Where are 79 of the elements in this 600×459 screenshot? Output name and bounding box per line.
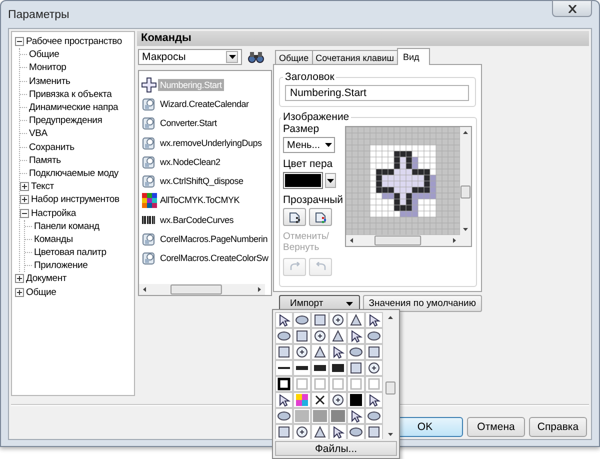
command-item[interactable]: AllToCMYK.ToCMYK <box>158 194 242 206</box>
tree-item[interactable]: Команды <box>34 234 73 245</box>
tree-item[interactable]: Предупреждения <box>29 115 102 126</box>
color-swatch[interactable] <box>283 172 323 189</box>
macro-icon <box>141 250 157 266</box>
tree-item[interactable]: Приложение <box>34 260 88 272</box>
macro-icon <box>141 115 157 132</box>
command-item[interactable]: wx.removeUnderlyingDups <box>158 136 264 149</box>
pixel-editor-drawing[interactable] <box>346 127 460 235</box>
transparency-button[interactable] <box>283 208 306 226</box>
close-button[interactable] <box>552 0 592 17</box>
caret-icon <box>346 302 353 306</box>
expand-icon[interactable] <box>20 182 29 192</box>
tree-item[interactable]: Подключаемые моду <box>29 168 118 179</box>
close-icon <box>568 4 576 12</box>
command-item[interactable]: Converter.Start <box>158 117 219 130</box>
command-item[interactable]: Wizard.CreateCalendar <box>158 98 251 110</box>
expand-icon[interactable] <box>20 195 29 204</box>
tab[interactable]: Общие <box>275 50 313 64</box>
tree-item[interactable]: Сохранить <box>29 142 74 153</box>
macro-icon <box>141 96 157 112</box>
tree-item[interactable]: Изменить <box>29 76 70 87</box>
macro-icon <box>141 154 157 170</box>
tree-item[interactable]: Привязка к объекта <box>29 88 112 100</box>
macro-icon <box>141 173 157 190</box>
command-item[interactable]: CorelMacros.CreateColorSw <box>158 252 270 264</box>
size-dropdown[interactable]: Мень... <box>283 137 335 153</box>
caret-icon <box>325 143 332 147</box>
command-item[interactable]: wx.NodeClean2 <box>158 156 222 168</box>
color-dropdown-button[interactable] <box>325 173 336 188</box>
tree-item[interactable]: Панели команд <box>34 220 100 232</box>
command-item[interactable]: CorelMacros.PageNumberin <box>158 233 270 246</box>
tree-item[interactable]: Монитор <box>29 62 66 74</box>
size-label: Размер <box>283 123 320 135</box>
tree-item[interactable]: Набор инструментов <box>31 194 120 206</box>
redo-icon <box>314 262 326 272</box>
files-button[interactable]: Файлы... <box>275 441 397 456</box>
tool-palette-drawing[interactable] <box>275 312 383 440</box>
color-grid-icon <box>141 192 157 208</box>
tab[interactable]: Сочетания клавиш <box>312 50 398 64</box>
plus-icon <box>141 76 157 93</box>
tree-item[interactable]: Документ <box>26 273 67 284</box>
command-item[interactable]: wx.CtrlShiftQ_dispose <box>158 175 246 188</box>
transparency-button[interactable] <box>309 208 332 226</box>
collapse-icon[interactable] <box>20 208 29 218</box>
tree-item[interactable]: Настройка <box>31 208 76 219</box>
binoculars-icon[interactable] <box>248 50 264 64</box>
tab[interactable]: Вид <box>397 48 430 65</box>
undo-redo-label: Отменить/ Вернуть <box>283 231 327 253</box>
caption-field[interactable]: Numbering.Start <box>285 85 469 101</box>
group-label: Изображение <box>282 111 350 123</box>
transparency-icon <box>288 210 302 224</box>
defaults-button[interactable]: Значения по умолчанию <box>362 295 482 312</box>
undo-icon <box>288 262 300 272</box>
tree-item[interactable]: Общие <box>26 286 56 298</box>
caret-icon <box>228 55 236 59</box>
tree-item[interactable]: Динамические напра <box>29 102 118 114</box>
dialog-button[interactable]: Отмена <box>467 417 525 437</box>
tree-item[interactable]: Память <box>29 154 61 166</box>
tree-item[interactable]: VBA <box>29 128 48 140</box>
caret-icon <box>327 178 334 182</box>
dialog-button[interactable]: Справка <box>529 417 587 437</box>
tree-item[interactable]: Общие <box>29 49 60 60</box>
group-label: Заголовок <box>284 71 336 83</box>
expand-icon[interactable] <box>15 288 24 297</box>
macro-icon <box>141 231 157 248</box>
tree-item[interactable]: Цветовая палитр <box>34 247 106 258</box>
window-title: Параметры <box>8 8 70 20</box>
expand-icon[interactable] <box>15 274 24 284</box>
tree-item[interactable]: Рабочее пространство <box>26 36 122 48</box>
macro-icon <box>141 134 157 151</box>
horizontal-scrollbar[interactable] <box>139 284 265 295</box>
tree-item[interactable]: Текст <box>31 181 54 192</box>
transparency-icon <box>314 210 328 224</box>
command-item[interactable]: wx.BarCodeCurves <box>158 214 236 226</box>
category-dropdown[interactable]: Макросы <box>138 49 242 65</box>
section-header: Команды <box>137 31 589 46</box>
pen-color-label: Цвет пера <box>283 158 334 170</box>
collapse-icon[interactable] <box>15 37 24 46</box>
